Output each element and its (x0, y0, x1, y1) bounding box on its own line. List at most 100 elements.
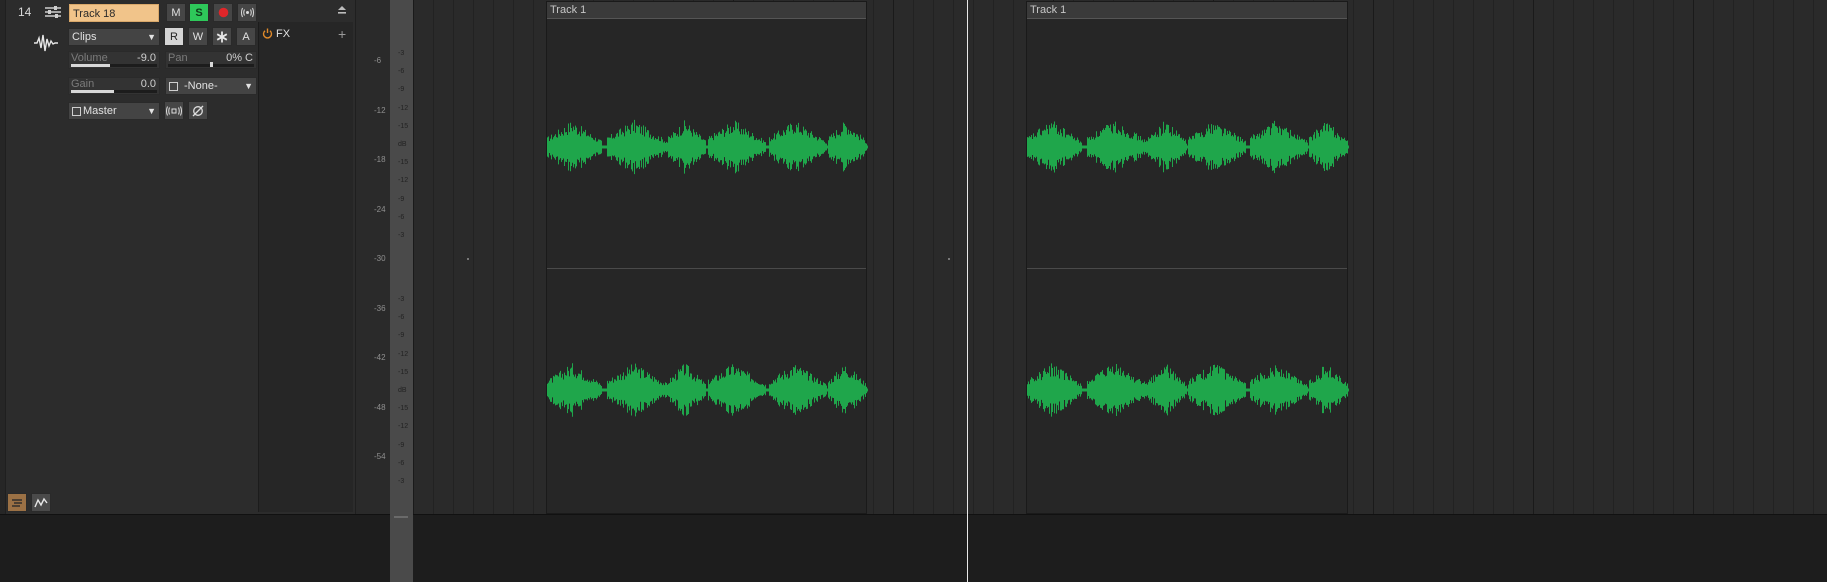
beat-line (973, 0, 974, 514)
automation-node[interactable] (948, 258, 950, 260)
track-view-dropdown-value: Clips (72, 31, 97, 43)
db-scale-label: -15 (398, 122, 409, 130)
meter-scale-label: -18 (374, 155, 386, 164)
track-view-button[interactable] (7, 493, 27, 512)
phase-invert-button[interactable] (188, 101, 208, 120)
volume-slider-fill (71, 64, 110, 67)
mixer-sliders-icon[interactable] (44, 4, 62, 20)
input-monitor-button[interactable] (164, 101, 184, 120)
gain-slider-track (71, 90, 157, 93)
beat-line (1633, 0, 1634, 514)
dropdown-arrow-icon: ▼ (147, 106, 156, 116)
volume-slider[interactable]: Volume -9.0 (68, 51, 160, 69)
solo-button[interactable]: S (189, 3, 209, 22)
clip-waveform (1027, 120, 1349, 417)
fx-bin[interactable] (258, 22, 353, 512)
beat-line (1753, 0, 1754, 514)
input-dropdown[interactable]: -None- ▼ (165, 77, 257, 95)
record-arm-button[interactable] (213, 3, 233, 22)
track-number: 14 (18, 5, 32, 19)
automation-view-button[interactable] (31, 493, 51, 512)
db-scale-label: dB (398, 387, 407, 394)
gain-slider[interactable]: Gain 0.0 (68, 77, 160, 95)
track-view-dropdown[interactable]: Clips ▼ (68, 28, 160, 46)
bar-line (1373, 0, 1374, 514)
phase-invert-icon (192, 105, 204, 116)
db-scale-label: -6 (398, 213, 405, 221)
speaker-waves-icon (240, 7, 254, 18)
beat-line (1553, 0, 1554, 514)
gain-label: Gain (71, 78, 95, 90)
pan-value: 0% C (226, 52, 253, 64)
db-scale-label: dB (398, 141, 407, 148)
input-echo-button[interactable] (237, 3, 257, 22)
beat-line (1413, 0, 1414, 514)
beat-line (1733, 0, 1734, 514)
beat-line (1793, 0, 1794, 514)
collapse-arrows-icon[interactable] (335, 4, 349, 18)
meter-scale-label: -54 (374, 452, 386, 461)
waveform-icon[interactable] (33, 30, 59, 56)
asterisk-icon (216, 31, 228, 42)
automation-mode-button[interactable]: A (236, 27, 256, 46)
db-scale-label: -15 (398, 405, 409, 413)
input-dropdown-value: -None- (184, 80, 218, 92)
output-port-icon (72, 107, 81, 116)
input-port-icon (169, 82, 178, 91)
beat-line (873, 0, 874, 514)
write-automation-button[interactable]: W (188, 27, 208, 46)
output-dropdown[interactable]: Master ▼ (68, 102, 160, 120)
track-view-icon (12, 498, 22, 507)
timeline-empty-area[interactable] (413, 514, 1827, 582)
beat-line (1713, 0, 1714, 514)
beat-line (993, 0, 994, 514)
beat-line (1513, 0, 1514, 514)
track-name-field[interactable]: Track 18 (69, 4, 159, 22)
bar-line (1693, 0, 1694, 514)
volume-value: -9.0 (137, 52, 156, 64)
db-scale-label: -6 (398, 314, 405, 322)
meter-scale-label: -36 (374, 303, 386, 313)
beat-line (1653, 0, 1654, 514)
beat-line (1673, 0, 1674, 514)
meter-scale-label: -6 (374, 56, 382, 65)
dropdown-arrow-icon: ▼ (244, 81, 253, 91)
input-monitor-icon (166, 105, 182, 116)
beat-line (933, 0, 934, 514)
splitter-grip[interactable] (394, 516, 408, 518)
volume-label: Volume (71, 52, 108, 64)
beat-line (913, 0, 914, 514)
meter-scale-label: -48 (374, 402, 386, 412)
fx-add-button[interactable]: + (338, 26, 346, 42)
beat-line (1613, 0, 1614, 514)
beat-line (533, 0, 534, 514)
beat-line (1013, 0, 1014, 514)
gain-value: 0.0 (140, 78, 156, 90)
pan-slider[interactable]: Pan 0% C (165, 51, 257, 69)
automation-snapshot-button[interactable] (212, 27, 232, 46)
db-scale-label: -9 (398, 195, 405, 203)
beat-line (453, 0, 454, 514)
db-scale-label: -15 (398, 368, 409, 376)
mute-button[interactable]: M (166, 3, 186, 22)
audio-clip[interactable]: Track 1 (546, 1, 868, 514)
beat-line (1473, 0, 1474, 514)
read-automation-button[interactable]: R (164, 27, 184, 46)
db-scale-label: -6 (398, 68, 405, 76)
beat-line (1813, 0, 1814, 514)
audio-clip[interactable]: Track 1 (1026, 1, 1349, 514)
beat-line (1353, 0, 1354, 514)
meter-scale-label: -42 (374, 353, 386, 362)
pan-slider-knob[interactable] (210, 62, 213, 67)
bar-line (1533, 0, 1534, 514)
automation-lane-icon (34, 497, 48, 507)
meter-scale-label: -24 (374, 204, 386, 214)
playhead[interactable] (967, 0, 968, 582)
automation-node[interactable] (467, 258, 469, 260)
db-scale-label: -9 (398, 86, 405, 94)
db-scale-label: -3 (398, 296, 405, 303)
db-scale-label: -9 (398, 441, 405, 449)
db-scale-label: -12 (398, 423, 409, 431)
power-icon[interactable] (262, 28, 273, 39)
db-scale-label: -12 (398, 177, 409, 185)
